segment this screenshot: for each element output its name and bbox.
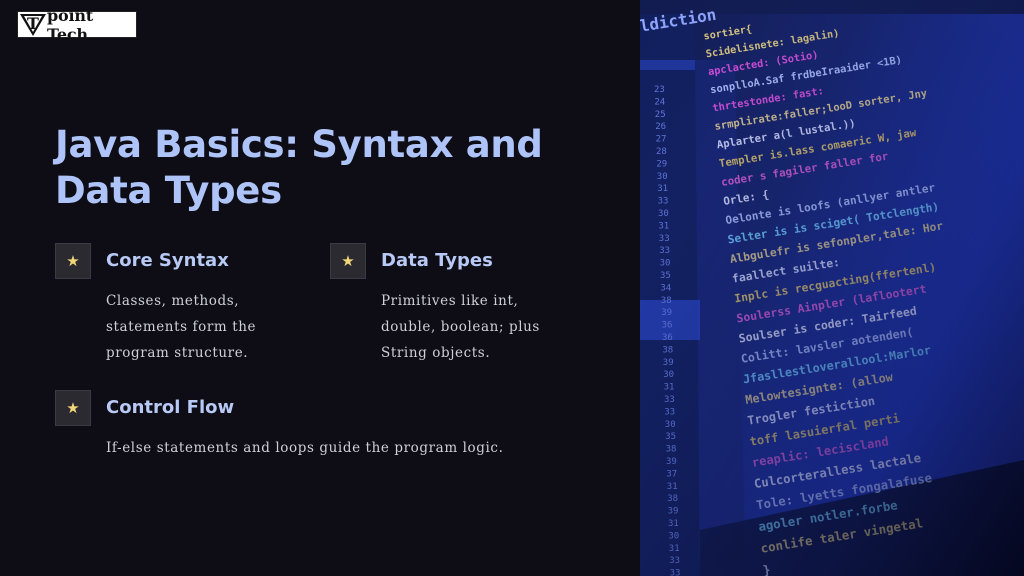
feature-description: Primitives like int, double, boolean; pl… [381,293,540,361]
feature-description: If-else statements and loops guide the p… [106,440,504,456]
slide: T point Tech Java Basics: Syntax and Dat… [0,0,1024,576]
code-screen-photo: 2324252627282930313330313333303534383936… [640,0,1024,576]
star-icon: ★ [330,243,366,279]
logo-mark-letter: T [27,13,39,33]
feature-heading: Core Syntax [106,250,229,271]
page-title: Java Basics: Syntax and Data Types [55,123,543,212]
logo: T point Tech [17,6,137,44]
screen-glare [640,0,1024,576]
logo-text: point Tech [47,5,93,44]
feature-heading: Control Flow [106,397,235,418]
star-icon: ★ [55,390,91,426]
feature-description: Classes, methods, statements form the pr… [106,293,257,361]
star-icon: ★ [55,243,91,279]
logo-mark: T [19,12,46,37]
feature-heading: Data Types [381,250,493,271]
code-screen-illustration: 2324252627282930313330313333303534383936… [640,0,1024,576]
